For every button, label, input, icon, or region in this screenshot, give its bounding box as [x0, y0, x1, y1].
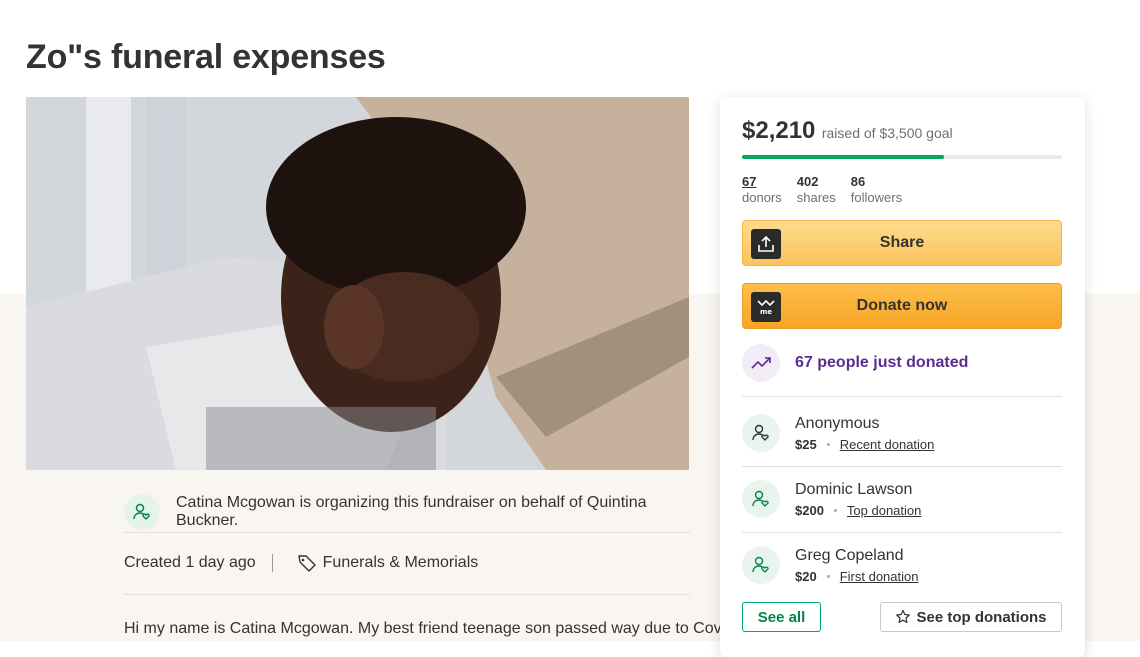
organizer-text: Catina Mcgowan is organizing this fundra…: [176, 494, 647, 529]
see-all-button[interactable]: See all: [742, 602, 821, 632]
donate-button[interactable]: me Donate now: [742, 283, 1062, 329]
divider: [742, 396, 1062, 397]
donation-item: Greg Copeland $20 First donation: [742, 540, 1062, 590]
separator-dot: [826, 443, 830, 446]
campaign-photo[interactable]: [26, 97, 689, 470]
progress-fill: [742, 155, 944, 159]
story-text: Hi my name is Catina Mcgowan. My best fr…: [124, 620, 739, 637]
donor-heart-icon: [752, 424, 769, 441]
donation-item: Dominic Lawson $200 Top donation: [742, 474, 1062, 524]
category-link[interactable]: Funerals & Memorials: [297, 553, 479, 573]
page-title: Zo"s funeral expenses: [26, 38, 386, 76]
recent-activity: 67 people just donated: [742, 344, 968, 382]
donor-avatar: [742, 480, 780, 518]
donor-avatar: [742, 414, 780, 452]
see-top-label: See top donations: [916, 608, 1047, 626]
donor-name: Dominic Lawson: [795, 481, 913, 498]
donation-tag-link[interactable]: First donation: [840, 569, 919, 584]
stat-number: 67: [742, 174, 757, 189]
gofundme-logo-icon: me: [751, 292, 781, 322]
separator-dot: [826, 575, 830, 578]
donation-amount: $25: [795, 437, 817, 452]
progress-bar: [742, 155, 1062, 159]
share-icon: [751, 229, 781, 259]
divider: [124, 594, 690, 595]
trending-up-icon: [742, 344, 780, 382]
share-button[interactable]: Share: [742, 220, 1062, 266]
recent-activity-text: 67 people just donated: [795, 354, 969, 371]
donor-heart-icon: [752, 556, 769, 573]
separator-dot: [833, 509, 837, 512]
created-date: Created 1 day ago: [124, 554, 256, 571]
stat-followers: 86 followers: [851, 174, 902, 206]
category-label: Funerals & Memorials: [322, 554, 479, 571]
stats-row: 67 donors 402 shares 86 followers: [742, 174, 917, 206]
stat-number: 86: [850, 174, 866, 189]
donor-heart-icon: [133, 503, 150, 520]
donation-item: Anonymous $25 Recent donation: [742, 408, 1062, 458]
campaign-photo-illustration: [26, 97, 689, 470]
divider: [742, 532, 1062, 533]
organizer-row: Catina Mcgowan is organizing this fundra…: [124, 492, 690, 533]
stat-label: shares: [796, 190, 836, 205]
donor-avatar: [742, 546, 780, 584]
raised-amount: $2,210: [742, 117, 816, 144]
tag-icon: [297, 555, 316, 572]
svg-text:me: me: [760, 308, 772, 316]
stat-donors[interactable]: 67 donors: [742, 174, 782, 206]
divider: [742, 466, 1062, 467]
donation-tag-link[interactable]: Top donation: [847, 503, 921, 518]
stat-number: 402: [796, 174, 819, 189]
raised-goal: raised of $3,500 goal: [821, 125, 953, 141]
donate-label: Donate now: [856, 297, 948, 314]
donor-heart-icon: [752, 490, 769, 507]
donation-amount: $200: [795, 503, 824, 518]
stat-label: followers: [850, 190, 903, 205]
stat-shares: 402 shares: [797, 174, 836, 206]
donation-sidebar: $2,210 raised of $3,500 goal 67 donors 4…: [720, 97, 1085, 657]
donation-tag-link[interactable]: Recent donation: [840, 437, 935, 452]
share-label: Share: [879, 234, 925, 251]
donor-name: Anonymous: [795, 415, 880, 432]
meta-divider: [271, 554, 273, 572]
campaign-meta: Created 1 day ago Funerals & Memorials: [124, 548, 690, 578]
see-top-donations-button[interactable]: See top donations: [880, 602, 1062, 632]
star-icon: [896, 609, 911, 623]
donor-name: Greg Copeland: [795, 547, 904, 564]
stat-label: donors: [742, 190, 782, 205]
raised-summary: $2,210 raised of $3,500 goal: [742, 117, 953, 145]
donation-amount: $20: [795, 569, 817, 584]
organizer-avatar: [124, 494, 160, 530]
